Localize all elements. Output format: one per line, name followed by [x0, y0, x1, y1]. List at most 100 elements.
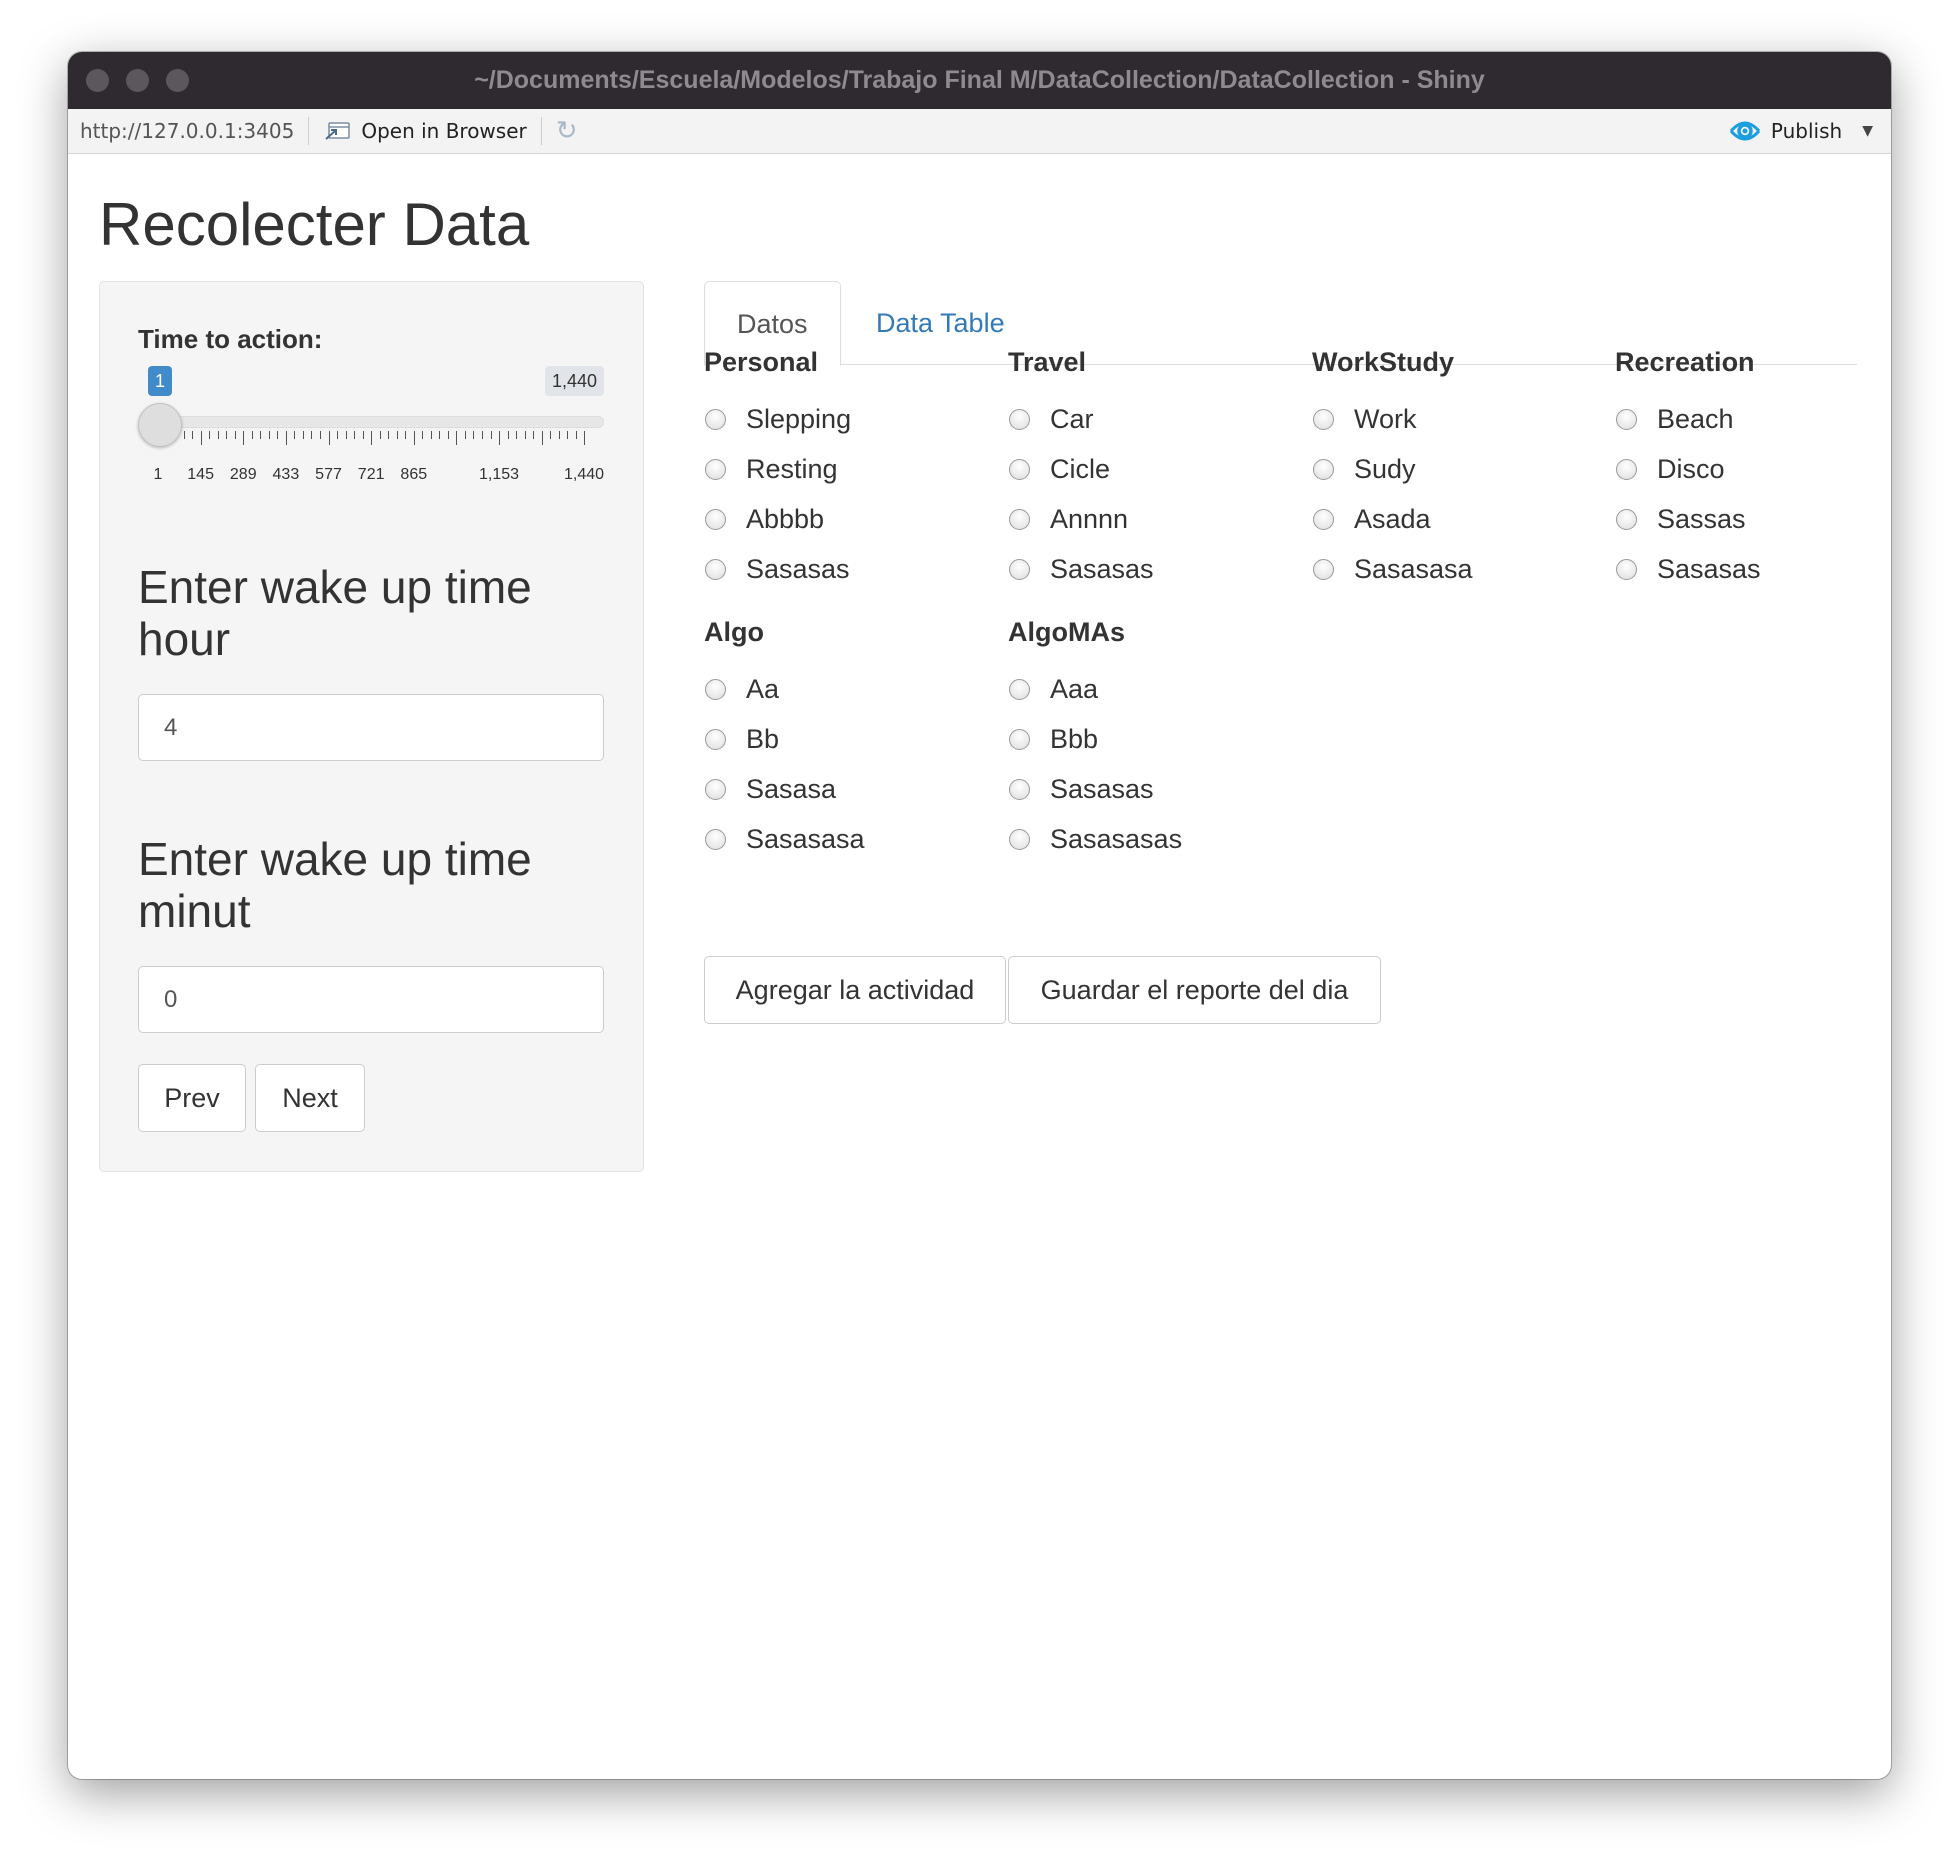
zoom-window-button[interactable]	[166, 69, 189, 92]
radio-option[interactable]: Sassas	[1615, 494, 1891, 544]
slider-tick-labels: 1 145 289 433 577 721 865 1,153 1,440	[154, 466, 604, 486]
radio-option[interactable]: Sasasas	[1008, 764, 1308, 814]
radio-group-title: Personal	[704, 347, 819, 377]
radio-group-workstudy: WorkStudy Work Sudy Asada Sasasasa	[1312, 344, 1612, 594]
open-in-browser-button[interactable]: Open in Browser	[323, 119, 527, 143]
radio-option[interactable]: Sudy	[1312, 444, 1612, 494]
radio-option[interactable]: Work	[1312, 394, 1612, 444]
radio-button[interactable]	[1616, 458, 1637, 480]
minute-input[interactable]	[138, 966, 604, 1033]
hour-input[interactable]	[138, 694, 604, 761]
time-to-action-slider[interactable]: 1 1,440 1 145 289 433 577 721 865 1,153 1,440	[138, 366, 604, 483]
slider-minor-tick	[345, 431, 347, 439]
radio-button[interactable]	[705, 678, 726, 700]
radio-button[interactable]	[1009, 778, 1030, 800]
radio-button[interactable]	[1313, 508, 1334, 530]
radio-option-label: Sassas	[1657, 503, 1746, 534]
radio-option-label: Cicle	[1050, 453, 1111, 484]
slider-minor-tick	[311, 431, 313, 439]
radio-button[interactable]	[1616, 558, 1637, 580]
radio-button[interactable]	[1313, 458, 1334, 480]
radio-button[interactable]	[705, 778, 726, 800]
save-report-button[interactable]: Guardar el reporte del dia	[1008, 956, 1381, 1024]
radio-option[interactable]: Abbbb	[704, 494, 1004, 544]
radio-button[interactable]	[1009, 828, 1030, 850]
viewer-toolbar: http://127.0.0.1:3405 Open in Browser ↻ …	[68, 109, 1891, 154]
radio-button[interactable]	[1313, 558, 1334, 580]
radio-option-label: Beach	[1657, 403, 1734, 434]
radio-button[interactable]	[705, 508, 726, 530]
radio-button[interactable]	[705, 728, 726, 750]
radio-option[interactable]: Aaa	[1008, 664, 1308, 714]
radio-button[interactable]	[1009, 728, 1030, 750]
radio-button[interactable]	[1616, 508, 1637, 530]
radio-option[interactable]: Sasasasa	[1312, 544, 1612, 594]
radio-option[interactable]: Car	[1008, 394, 1308, 444]
app-window: ~/Documents/Escuela/Modelos/Trabajo Fina…	[68, 52, 1891, 1779]
slider-minor-tick	[379, 431, 381, 439]
radio-button[interactable]	[1009, 458, 1030, 480]
radio-option-label: Bbb	[1050, 723, 1099, 754]
slider-minor-tick	[575, 431, 577, 439]
radio-option-label: Sasasas	[1050, 553, 1154, 584]
radio-button[interactable]	[705, 828, 726, 850]
radio-option[interactable]: Annnn	[1008, 494, 1308, 544]
publish-dropdown-icon[interactable]: ▼	[1862, 123, 1873, 139]
publish-button[interactable]: Publish ▼	[1729, 117, 1873, 145]
slider-major-tick	[328, 431, 330, 445]
refresh-icon[interactable]: ↻	[556, 116, 578, 146]
slider-minor-tick	[524, 431, 526, 439]
app-content: Recolecter Data Time to action: 1 1,440 …	[68, 154, 1891, 1779]
slider-handle[interactable]	[138, 403, 182, 447]
slider-minor-tick	[277, 431, 279, 439]
radio-button[interactable]	[705, 408, 726, 430]
window-controls	[86, 69, 189, 92]
radio-option[interactable]: Cicle	[1008, 444, 1308, 494]
radio-option[interactable]: Beach	[1615, 394, 1891, 444]
radio-button[interactable]	[1009, 558, 1030, 580]
radio-button[interactable]	[1009, 678, 1030, 700]
radio-button[interactable]	[705, 458, 726, 480]
radio-option[interactable]: Asada	[1312, 494, 1612, 544]
slider-minor-tick	[481, 431, 483, 439]
slider-track[interactable]	[146, 416, 604, 428]
radio-button[interactable]	[1009, 408, 1030, 430]
radio-option-label: Sasasasa	[1354, 553, 1473, 584]
next-button[interactable]: Next	[255, 1064, 365, 1132]
radio-group-title: Algo	[704, 617, 764, 647]
radio-option-label: Sasasasa	[746, 823, 865, 854]
radio-option[interactable]: Sasasasa	[704, 814, 1004, 864]
slider-minor-tick	[558, 431, 560, 439]
slider-minor-tick	[192, 431, 194, 439]
radio-option[interactable]: Aa	[704, 664, 1004, 714]
radio-option[interactable]: Disco	[1615, 444, 1891, 494]
url-label: http://127.0.0.1:3405	[80, 119, 295, 143]
radio-option[interactable]: Sasasas	[1615, 544, 1891, 594]
radio-option[interactable]: Sasasa	[704, 764, 1004, 814]
add-activity-button[interactable]: Agregar la actividad	[704, 956, 1006, 1024]
slider-minor-tick	[217, 431, 219, 439]
radio-button[interactable]	[705, 558, 726, 580]
radio-option-label: Asada	[1354, 503, 1431, 534]
radio-option-label: Sasasa	[746, 773, 837, 804]
prev-button[interactable]: Prev	[138, 1064, 246, 1132]
minimize-window-button[interactable]	[126, 69, 149, 92]
open-in-browser-label: Open in Browser	[361, 119, 527, 143]
slider-minor-tick	[260, 431, 262, 439]
radio-option-label: Bb	[746, 723, 780, 754]
close-window-button[interactable]	[86, 69, 109, 92]
radio-option[interactable]: Resting	[704, 444, 1004, 494]
radio-option[interactable]: Bbb	[1008, 714, 1308, 764]
radio-option[interactable]: Slepping	[704, 394, 1004, 444]
radio-button[interactable]	[1009, 508, 1030, 530]
radio-option[interactable]: Sasasas	[704, 544, 1004, 594]
radio-option[interactable]: Bb	[704, 714, 1004, 764]
radio-button[interactable]	[1313, 408, 1334, 430]
radio-button[interactable]	[1616, 408, 1637, 430]
slider-minor-tick	[354, 431, 356, 439]
radio-option[interactable]: Sasasas	[1008, 544, 1308, 594]
toolbar-divider	[540, 117, 542, 145]
slider-minor-tick	[447, 431, 449, 439]
slider-minor-tick	[337, 431, 339, 439]
radio-option[interactable]: Sasasasas	[1008, 814, 1308, 864]
